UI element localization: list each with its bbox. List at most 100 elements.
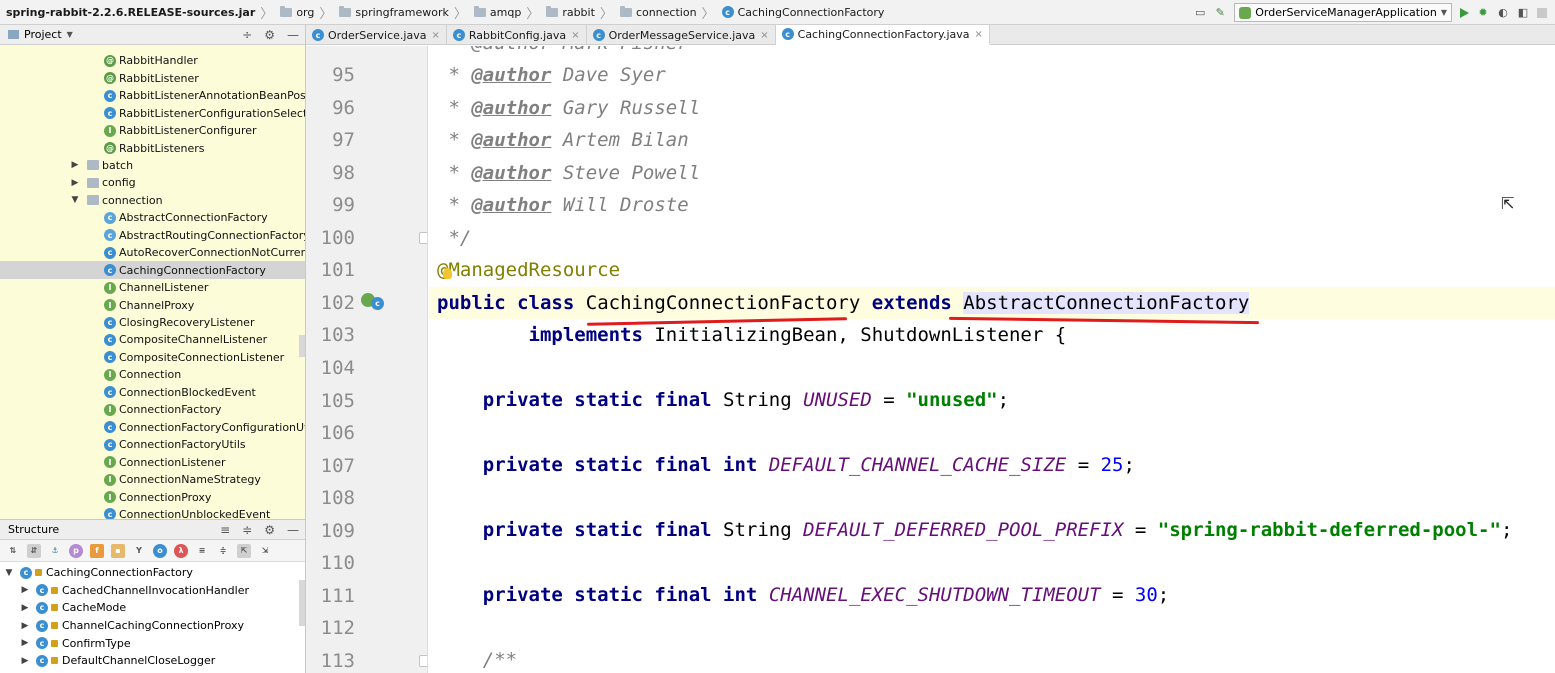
project-tree-item[interactable]: ▶ batch: [0, 157, 305, 175]
close-icon[interactable]: ×: [760, 30, 768, 41]
breadcrumb-item[interactable]: spring-rabbit-2.2.6.RELEASE-sources.jar: [0, 0, 257, 25]
chevron-right-icon[interactable]: ▶: [20, 585, 30, 595]
project-tree-item[interactable]: c CompositeChannelListener: [0, 331, 305, 349]
superclass-reference[interactable]: AbstractConnectionFactory: [963, 291, 1250, 314]
editor-tab-label: RabbitConfig.java: [468, 28, 567, 42]
code-editor[interactable]: * @author Mark Fisher * @author Dave Sye…: [429, 46, 1555, 673]
show-lambdas-icon[interactable]: Y: [132, 544, 146, 558]
project-tree-item[interactable]: cRabbitListenerAnnotationBeanPostProcess…: [0, 87, 305, 105]
fold-marker-icon[interactable]: [419, 231, 427, 244]
project-tree-item[interactable]: c CompositeConnectionListener: [0, 349, 305, 367]
structure-tree-item-label: ConfirmType: [62, 636, 131, 650]
breadcrumb-item[interactable]: rabbit: [544, 0, 597, 25]
project-tree-item[interactable]: @ RabbitHandler: [0, 52, 305, 70]
autoscroll-to-source-icon[interactable]: ⇱: [237, 543, 251, 558]
minimize-icon[interactable]: —: [287, 28, 299, 42]
breadcrumb-item[interactable]: c CachingConnectionFactory: [720, 0, 887, 25]
stop-icon[interactable]: [1537, 7, 1547, 18]
project-tree-item[interactable]: ▶ config: [0, 174, 305, 192]
project-tree-item[interactable]: c CachingConnectionFactory: [0, 261, 305, 279]
chevron-right-icon[interactable]: ▶: [70, 178, 80, 188]
structure-tree-item[interactable]: ▶ c CacheMode: [0, 599, 300, 617]
autoscroll-from-source-icon[interactable]: ⇲: [258, 544, 272, 558]
minimize-icon[interactable]: —: [287, 523, 299, 537]
close-icon[interactable]: ×: [431, 30, 439, 41]
expand-all-icon[interactable]: ≡: [195, 544, 209, 558]
debug-icon[interactable]: ✹: [1477, 6, 1489, 19]
structure-tree-item[interactable]: ▶ c CachedChannelInvocationHandler: [0, 582, 300, 600]
class-icon: c: [36, 584, 48, 597]
project-tree-item[interactable]: I ConnectionNameStrategy: [0, 471, 305, 489]
chevron-right-icon[interactable]: ▶: [70, 160, 80, 170]
structure-scrollbar[interactable]: [299, 580, 305, 626]
collapse-all-icon[interactable]: ÷: [242, 28, 252, 42]
show-inherited-icon[interactable]: ⚓: [48, 544, 62, 558]
project-tree-item[interactable]: @ RabbitListener: [0, 69, 305, 87]
profile-icon[interactable]: ◧: [1517, 6, 1529, 19]
show-non-public-icon[interactable]: ▪: [111, 543, 125, 558]
chevron-right-icon[interactable]: ▶: [20, 621, 30, 631]
show-properties-icon[interactable]: p: [69, 543, 83, 558]
project-tree-item[interactable]: I ConnectionListener: [0, 453, 305, 471]
project-tree-item[interactable]: c ConnectionUnblockedEvent: [0, 506, 305, 519]
run-icon[interactable]: [1460, 7, 1469, 18]
chevron-down-icon[interactable]: ▼: [4, 568, 14, 578]
gear-icon[interactable]: ⚙: [264, 28, 275, 42]
project-tree-item[interactable]: c ConnectionFactoryConfigurationUtils: [0, 418, 305, 436]
project-tree-item[interactable]: @ RabbitListeners: [0, 139, 305, 157]
close-icon[interactable]: ×: [975, 29, 983, 40]
project-tree-item[interactable]: I ChannelProxy: [0, 296, 305, 314]
project-tree-item[interactable]: c ClosingRecoveryListener: [0, 314, 305, 332]
editor-tab[interactable]: c OrderService.java ×: [306, 25, 447, 45]
editor-tab[interactable]: c OrderMessageService.java ×: [587, 25, 776, 45]
gear-icon[interactable]: ⚙: [264, 523, 275, 537]
project-tree-item[interactable]: ▼ connection: [0, 192, 305, 210]
chevron-right-icon[interactable]: ▶: [20, 638, 30, 648]
project-scrollbar[interactable]: [299, 335, 305, 357]
collapse-all-icon[interactable]: ≑: [216, 544, 230, 558]
run-configuration-select[interactable]: OrderServiceManagerApplication ▼: [1234, 3, 1452, 22]
chevron-down-icon[interactable]: ▼: [67, 30, 73, 39]
project-tree-item[interactable]: I ConnectionFactory: [0, 401, 305, 419]
build-hammer-icon[interactable]: ✎: [1214, 6, 1226, 19]
sort-visibility-icon[interactable]: ⇅: [6, 544, 20, 558]
project-tree-item[interactable]: I Connection: [0, 366, 305, 384]
show-anonymous-icon[interactable]: o: [153, 543, 167, 558]
breadcrumb-item[interactable]: amqp: [472, 0, 523, 25]
class-name[interactable]: CachingConnectionFactory: [586, 292, 861, 314]
show-lambda-icon[interactable]: λ: [174, 543, 188, 558]
project-tree-item[interactable]: c RabbitListenerConfigurationSelector: [0, 104, 305, 122]
project-tree-item[interactable]: I ConnectionProxy: [0, 488, 305, 506]
lightbulb-icon[interactable]: [443, 268, 452, 279]
chevron-down-icon[interactable]: ▼: [70, 195, 80, 205]
project-structure-icon[interactable]: ▭: [1194, 6, 1206, 19]
project-tree-item[interactable]: c ConnectionBlockedEvent: [0, 384, 305, 402]
coverage-icon[interactable]: ◐: [1497, 6, 1509, 19]
project-tree-item[interactable]: c AbstractRoutingConnectionFactory: [0, 227, 305, 245]
project-tree-item[interactable]: c ConnectionFactoryUtils: [0, 436, 305, 454]
structure-tree-item[interactable]: ▶ c ChannelCachingConnectionProxy: [0, 617, 300, 635]
chevron-right-icon[interactable]: ▶: [20, 603, 30, 613]
project-tree-item[interactable]: I RabbitListenerConfigurer: [0, 122, 305, 140]
show-fields-icon[interactable]: f: [90, 543, 104, 558]
project-tree-item[interactable]: c AbstractConnectionFactory: [0, 209, 305, 227]
structure-tree-item[interactable]: ▶ c DefaultChannelCloseLogger: [0, 652, 300, 670]
fold-marker-icon[interactable]: [419, 654, 427, 667]
chevron-right-icon[interactable]: ▶: [20, 656, 30, 666]
close-icon[interactable]: ×: [571, 30, 579, 41]
editor-tab[interactable]: c RabbitConfig.java ×: [447, 25, 587, 45]
project-tree-item[interactable]: cAutoRecoverConnectionNotCurrentlyOpenEx…: [0, 244, 305, 262]
structure-tree-item[interactable]: ▶ c ConfirmType: [0, 634, 300, 652]
expand-all-icon[interactable]: ≡: [220, 523, 230, 537]
sort-alpha-icon[interactable]: ⇵: [27, 543, 41, 558]
collapse-all-icon[interactable]: ≑: [242, 523, 252, 537]
editor-tab[interactable]: c CachingConnectionFactory.java ×: [775, 25, 990, 45]
breadcrumb-item[interactable]: springframework: [337, 0, 450, 25]
structure-tree-item[interactable]: ▼ c CachingConnectionFactory: [0, 564, 300, 582]
breadcrumb-item[interactable]: connection: [618, 0, 699, 25]
project-tree-item[interactable]: I ChannelListener: [0, 279, 305, 297]
project-panel-title[interactable]: Project: [24, 28, 62, 41]
breadcrumb-item[interactable]: org: [278, 0, 316, 25]
class-icon[interactable]: c: [371, 296, 384, 310]
lock-icon: [51, 639, 58, 647]
